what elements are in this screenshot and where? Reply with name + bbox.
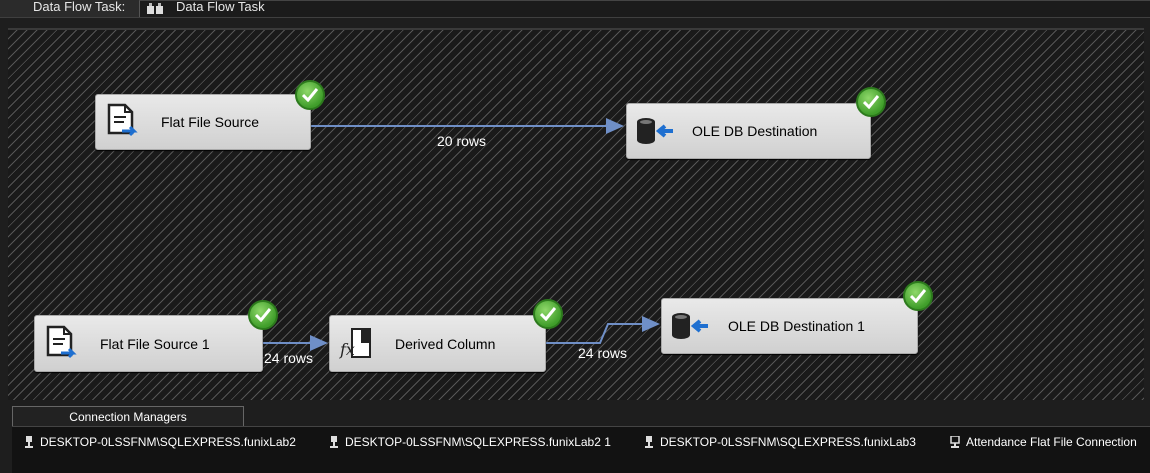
ole-db-destination-name: OLE DB Destination [692, 123, 818, 139]
flat-file-source-1-component[interactable]: Flat File Source 1 [34, 315, 263, 372]
plug-icon [25, 436, 33, 448]
connection-manager-item[interactable]: DESKTOP-0LSSFNM\SQLEXPRESS.funixLab3 [644, 435, 916, 449]
plug-icon [330, 436, 338, 448]
ole-db-destination-1-component[interactable]: OLE DB Destination 1 [661, 298, 918, 354]
connection-manager-item[interactable]: DESKTOP-0LSSFNM\SQLEXPRESS.funixLab2 [24, 435, 296, 449]
derived-column-name: Derived Column [395, 335, 496, 352]
success-check-icon [248, 300, 278, 330]
path-row-count-2: 24 rows [264, 350, 314, 366]
data-flow-task-icon [147, 3, 163, 14]
ole-db-destination-icon [672, 313, 708, 339]
path-row-count-1: 20 rows [437, 133, 487, 149]
flat-file-source-component[interactable]: Flat File Source [95, 94, 311, 150]
flat-file-source-name: Flat File Source [161, 114, 260, 130]
flat-file-source-icon [107, 103, 138, 137]
flat-file-source-1-name: Flat File Source 1 [100, 335, 210, 352]
ole-db-destination-icon [637, 118, 673, 144]
connection-manager-item[interactable]: Attendance Flat File Connection [950, 435, 1137, 449]
data-flow-task-value: Data Flow Task [176, 0, 265, 14]
success-check-icon [856, 87, 886, 117]
success-check-icon [903, 281, 933, 311]
connection-manager-item[interactable]: DESKTOP-0LSSFNM\SQLEXPRESS.funixLab2 1 [329, 435, 611, 449]
ole-db-destination-component[interactable]: OLE DB Destination [626, 103, 871, 159]
connection-managers-tray: DESKTOP-0LSSFNM\SQLEXPRESS.funixLab2 DES… [12, 426, 1150, 473]
fx-icon: fx [339, 327, 371, 359]
data-flow-task-selector[interactable]: Data Flow Task [139, 0, 1150, 17]
flat-file-source-icon [46, 325, 77, 358]
data-flow-canvas[interactable]: Flat File Source OLE DB Destination Flat… [8, 28, 1144, 400]
success-check-icon [295, 80, 325, 110]
flat-file-connection-icon [950, 436, 960, 448]
connection-managers-tab[interactable]: Connection Managers [12, 406, 244, 427]
derived-column-component[interactable]: fx Derived Column [329, 315, 546, 372]
ole-db-destination-1-name: OLE DB Destination 1 [728, 318, 865, 334]
svg-text:fx: fx [339, 340, 355, 359]
data-flow-task-bar: Data Flow Task: Data Flow Task [0, 0, 1150, 18]
plug-icon [645, 436, 653, 448]
path-line-3[interactable] [546, 316, 660, 344]
success-check-icon [533, 299, 563, 329]
data-flow-task-label: Data Flow Task: [33, 0, 126, 14]
path-row-count-3: 24 rows [578, 345, 628, 361]
